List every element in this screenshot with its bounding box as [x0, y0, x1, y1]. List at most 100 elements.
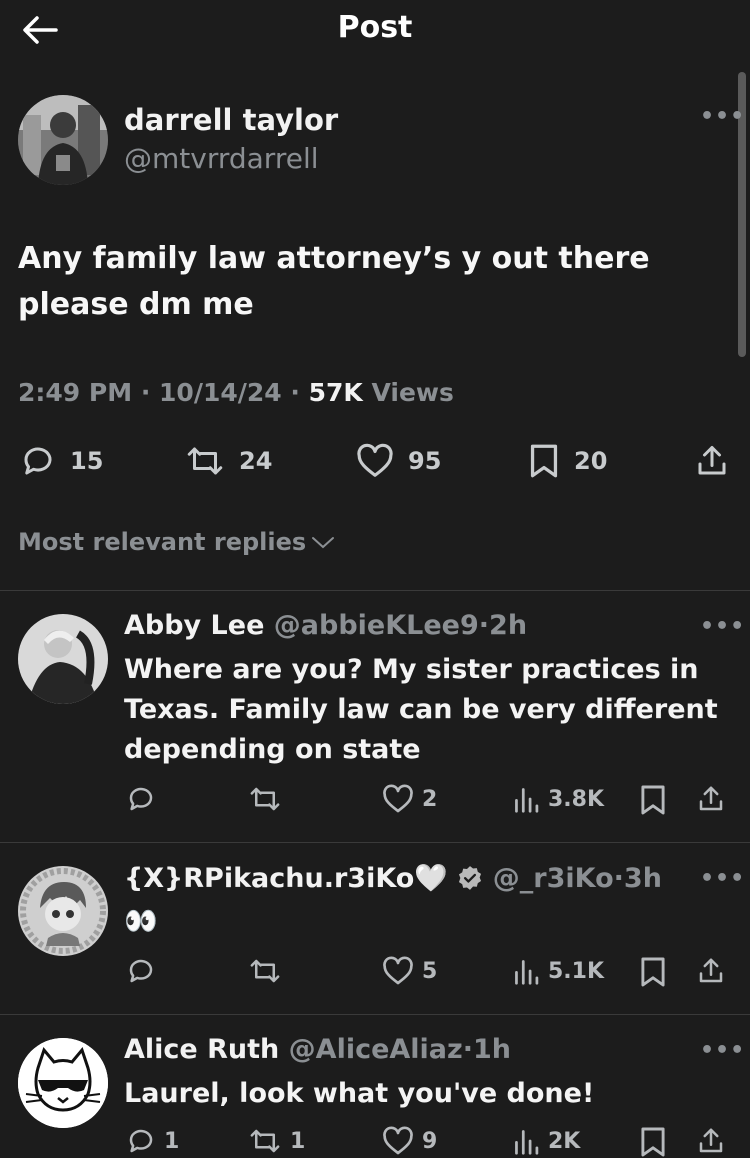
- reply-author-handle[interactable]: @AliceAliaz: [289, 1034, 463, 1065]
- post-time[interactable]: 2:49 PM: [18, 378, 132, 407]
- reply-avatar[interactable]: [18, 1038, 108, 1128]
- author-name[interactable]: darrell taylor: [124, 103, 338, 137]
- reply-bookmark-button[interactable]: [640, 956, 666, 988]
- repost-icon: [250, 787, 280, 811]
- reply-icon: [129, 787, 153, 811]
- reply-button[interactable]: 15: [20, 443, 103, 479]
- divider: [0, 1014, 750, 1015]
- reply-author-handle[interactable]: @abbieKLee9: [274, 610, 479, 641]
- reply-author-name[interactable]: Alice Ruth: [124, 1034, 279, 1065]
- post-text-line: please dm me: [18, 287, 254, 322]
- reply-avatar[interactable]: [18, 866, 108, 956]
- repost-icon: [187, 447, 223, 475]
- views-icon: [515, 788, 539, 813]
- author-handle[interactable]: @mtvrrdarrell: [124, 142, 319, 175]
- like-count: 95: [408, 447, 442, 475]
- post-more-button[interactable]: •••: [700, 104, 745, 129]
- reply-author-handle[interactable]: @_r3iKo: [493, 863, 614, 894]
- post-date[interactable]: 10/14/24: [159, 378, 282, 407]
- reply-more-button[interactable]: •••: [700, 866, 745, 891]
- reply-like-count: 5: [422, 958, 438, 984]
- author-avatar[interactable]: [18, 95, 108, 185]
- reply-bookmark-button[interactable]: [640, 1126, 666, 1158]
- reply-views-button[interactable]: 5.1K: [512, 956, 604, 986]
- reply-repost-button[interactable]: [248, 956, 290, 986]
- reply-repost-count: 1: [290, 1128, 306, 1154]
- bookmark-count: 20: [574, 447, 608, 475]
- reply-header: Alice Ruth @AliceAliaz·1h: [124, 1034, 511, 1065]
- views-label: Views: [371, 378, 454, 407]
- reply-time[interactable]: 3h: [624, 863, 662, 894]
- reply-text: 👀: [124, 906, 158, 937]
- reply-views-count: 5.1K: [548, 958, 605, 984]
- meta-separator: ·: [290, 378, 300, 407]
- bookmark-icon: [641, 1127, 665, 1157]
- reply-text: Laurel, look what you've done!: [124, 1078, 595, 1109]
- more-icon: •••: [700, 1038, 746, 1063]
- reply-header: {X}RPikachu.r3iKo🤍 @_r3iKo·3h: [124, 862, 662, 894]
- bookmark-icon: [530, 444, 558, 478]
- reply-sort-dropdown[interactable]: Most relevant replies: [18, 528, 336, 556]
- bookmark-icon: [641, 785, 665, 815]
- reply-avatar[interactable]: [18, 614, 108, 704]
- like-button[interactable]: 95: [356, 443, 441, 479]
- views-icon: [515, 960, 539, 985]
- reply-text: Where are you? My sister practices in Te…: [124, 654, 718, 765]
- reply-views-count: 3.8K: [548, 786, 605, 812]
- bookmark-button[interactable]: 20: [528, 443, 607, 479]
- reply-bookmark-button[interactable]: [640, 784, 666, 816]
- reply-views-button[interactable]: 3.8K: [512, 784, 604, 814]
- more-icon: •••: [700, 104, 746, 129]
- like-icon: [383, 784, 413, 813]
- reply-more-button[interactable]: •••: [700, 614, 745, 639]
- reply-share-button[interactable]: [696, 956, 726, 986]
- top-bar: Post: [0, 0, 750, 62]
- verified-icon: [459, 866, 482, 890]
- reply-like-button[interactable]: 2: [382, 784, 437, 814]
- reply-reply-button[interactable]: [126, 784, 164, 814]
- reply-reply-count: 1: [164, 1128, 180, 1154]
- reply-time[interactable]: 1h: [473, 1034, 511, 1065]
- reply-icon: [24, 447, 52, 475]
- chevron-down-icon: [312, 537, 335, 549]
- reply-separator: ·: [462, 1034, 474, 1065]
- views-count[interactable]: 57K: [309, 378, 363, 407]
- reply-more-button[interactable]: •••: [700, 1038, 745, 1063]
- reply-author-name[interactable]: {X}RPikachu.r3iKo: [124, 863, 414, 894]
- reply-header: Abby Lee @abbieKLee9·2h: [124, 610, 527, 641]
- share-icon: [699, 958, 723, 983]
- reply-author-name[interactable]: Abby Lee: [124, 610, 264, 641]
- sort-label: Most relevant replies: [18, 528, 307, 556]
- reply-count: 15: [70, 447, 104, 475]
- share-icon: [699, 786, 723, 811]
- post-text-line: Any family law attorney’s y out there: [18, 241, 650, 276]
- divider: [0, 590, 750, 591]
- meta-separator: ·: [140, 378, 151, 407]
- reply-author-emoji: 🤍: [414, 863, 448, 894]
- reply-like-count: 2: [422, 786, 438, 812]
- page-title: Post: [337, 10, 413, 45]
- repost-count: 24: [239, 447, 273, 475]
- reply-repost-button[interactable]: [248, 784, 290, 814]
- more-icon: •••: [700, 614, 746, 639]
- bookmark-icon: [641, 957, 665, 987]
- reply-like-button[interactable]: 5: [382, 956, 437, 986]
- post-meta: 2:49 PM · 10/14/24 · 57K Views: [18, 378, 454, 407]
- more-icon: •••: [700, 866, 746, 891]
- reply-reply-button[interactable]: [126, 956, 164, 986]
- like-icon: [357, 443, 393, 477]
- like-icon: [383, 956, 413, 985]
- post-text: Any family law attorney’s y out there pl…: [18, 236, 718, 328]
- share-button[interactable]: [694, 443, 730, 479]
- reply-separator: ·: [478, 610, 490, 641]
- share-icon: [698, 446, 726, 475]
- reply-icon: [129, 959, 153, 983]
- repost-button[interactable]: 24: [185, 443, 272, 479]
- reply-share-button[interactable]: [696, 784, 726, 814]
- reply-views-count: 2K: [548, 1128, 581, 1154]
- reply-like-count: 9: [422, 1128, 438, 1154]
- reply-separator: ·: [613, 863, 624, 894]
- divider: [0, 842, 750, 843]
- repost-icon: [250, 959, 280, 983]
- reply-time[interactable]: 2h: [489, 610, 527, 641]
